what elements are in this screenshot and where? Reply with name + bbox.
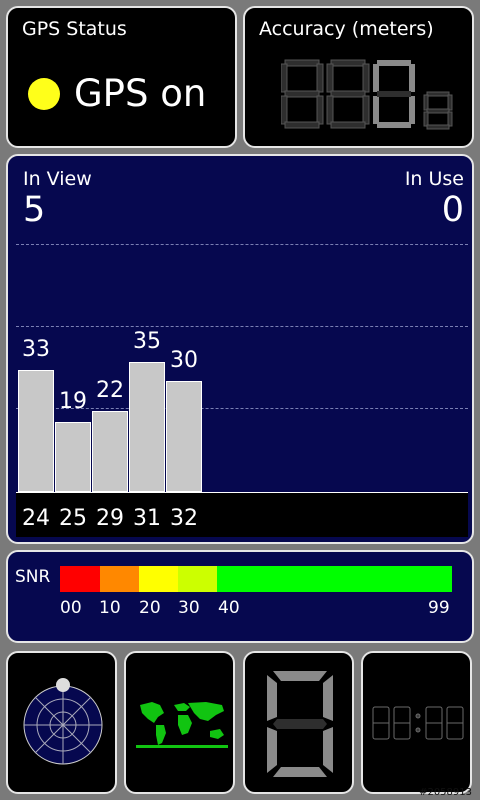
clock-button[interactable] bbox=[361, 651, 472, 794]
snr-bar bbox=[55, 422, 91, 492]
satellite-panel: In View 5 In Use 0 33 19 22 35 30 24 25 29 31 32 bbox=[6, 154, 474, 544]
snr-tick-label: 10 bbox=[99, 598, 121, 618]
snr-bar bbox=[92, 411, 128, 492]
snr-tick-label: 30 bbox=[178, 598, 200, 618]
accuracy-panel: Accuracy (meters) bbox=[243, 6, 474, 148]
map-button[interactable] bbox=[124, 651, 235, 794]
prn-label: 32 bbox=[170, 506, 198, 531]
snr-scale-segment bbox=[60, 566, 100, 592]
snr-bar-value: 19 bbox=[59, 389, 87, 414]
clock-icon bbox=[372, 706, 464, 740]
prn-label: 31 bbox=[133, 506, 161, 531]
snr-bar-value: 22 bbox=[96, 378, 124, 403]
snr-legend-panel: SNR 00 10 20 30 40 99 bbox=[6, 550, 474, 643]
snr-bar-value: 35 bbox=[133, 329, 161, 354]
snr-bar bbox=[129, 362, 165, 492]
accuracy-title: Accuracy (meters) bbox=[259, 18, 434, 40]
snr-scale-segment bbox=[217, 566, 452, 592]
gps-indicator-icon bbox=[28, 78, 60, 110]
compass-icon bbox=[23, 678, 103, 765]
snr-bar bbox=[166, 381, 202, 492]
snr-tick-label: 00 bbox=[60, 598, 82, 618]
gps-status-title: GPS Status bbox=[22, 18, 127, 40]
snr-scale-segment bbox=[178, 566, 217, 592]
in-view-value: 5 bbox=[23, 190, 46, 230]
snr-scale-segment bbox=[139, 566, 178, 592]
prn-label: 24 bbox=[22, 506, 50, 531]
compass-button[interactable] bbox=[6, 651, 117, 794]
snr-bar-value: 30 bbox=[170, 348, 198, 373]
in-use-value: 0 bbox=[441, 190, 464, 230]
prn-label: 29 bbox=[96, 506, 124, 531]
gps-status-panel: GPS Status GPS on bbox=[6, 6, 237, 148]
snr-tick-label: 40 bbox=[218, 598, 240, 618]
snr-bar bbox=[18, 370, 54, 492]
image-id-watermark: #2058913 bbox=[419, 787, 472, 798]
in-view-label: In View bbox=[23, 168, 92, 190]
world-map-icon bbox=[134, 699, 230, 749]
snr-tick-label: 99 bbox=[428, 598, 450, 618]
snr-label: SNR bbox=[15, 567, 51, 587]
snr-scale-segment bbox=[100, 566, 139, 592]
accuracy-digits-display bbox=[281, 59, 453, 130]
digit-button[interactable] bbox=[243, 651, 354, 794]
grid-line bbox=[16, 326, 468, 327]
snr-tick-label: 20 bbox=[139, 598, 161, 618]
in-use-label: In Use bbox=[404, 168, 464, 190]
snr-color-scale bbox=[60, 566, 452, 592]
prn-label: 25 bbox=[59, 506, 87, 531]
segment-digit-icon bbox=[267, 671, 333, 777]
snr-bar-value: 33 bbox=[22, 337, 50, 362]
gps-state-text: GPS on bbox=[74, 72, 207, 115]
grid-line bbox=[16, 244, 468, 245]
